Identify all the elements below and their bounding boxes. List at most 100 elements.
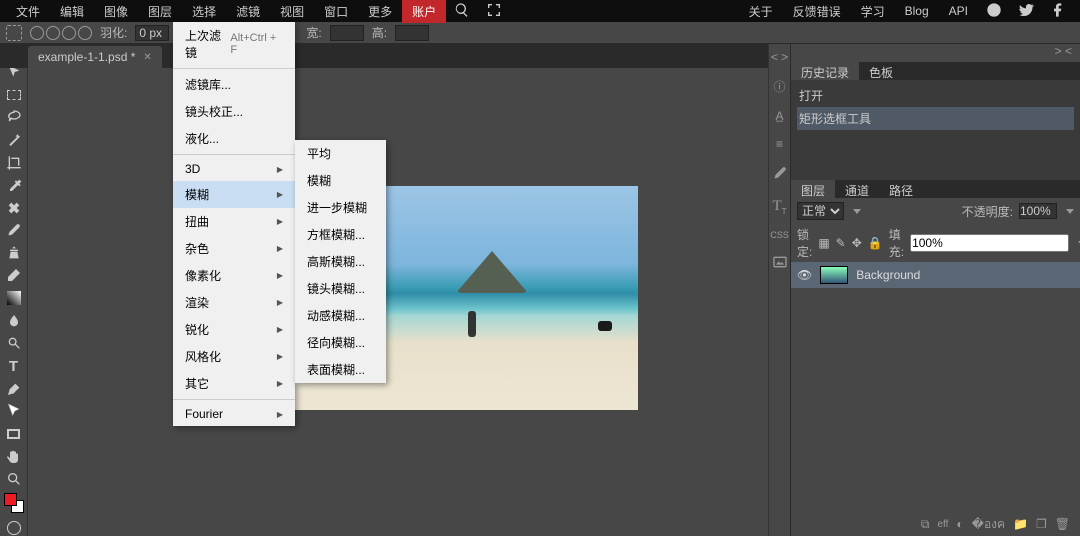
- menu-filter[interactable]: 滤镜: [226, 0, 270, 23]
- feather-input[interactable]: [135, 25, 169, 41]
- menu-layer[interactable]: 图层: [138, 0, 182, 23]
- gallery-panel-icon[interactable]: [772, 254, 788, 273]
- blend-dropdown-icon[interactable]: [853, 209, 861, 214]
- lock-all-icon[interactable]: 🔒: [868, 236, 883, 250]
- zoom-tool-icon[interactable]: [4, 471, 24, 488]
- link-blog[interactable]: Blog: [895, 1, 939, 21]
- dd-blur[interactable]: 模糊: [173, 181, 295, 208]
- tab-channels[interactable]: 通道: [835, 180, 879, 198]
- dd-filter-gallery[interactable]: 滤镜库...: [173, 71, 295, 98]
- width-input[interactable]: [330, 25, 364, 41]
- dd-blur-average[interactable]: 平均: [295, 140, 386, 167]
- link-learn[interactable]: 学习: [851, 0, 895, 23]
- sel-new-icon[interactable]: [30, 26, 44, 40]
- history-item-open[interactable]: 打开: [797, 84, 1074, 107]
- search-icon[interactable]: [446, 0, 478, 24]
- tab-swatches[interactable]: 色板: [859, 62, 903, 80]
- tab-history[interactable]: 历史记录: [791, 62, 859, 80]
- dd-stylize[interactable]: 风格化: [173, 343, 295, 370]
- link-about[interactable]: 关于: [739, 0, 783, 23]
- fullscreen-icon[interactable]: [478, 0, 510, 24]
- menu-account[interactable]: 账户: [402, 0, 446, 23]
- dd-pixelate[interactable]: 像素化: [173, 262, 295, 289]
- link-layers-icon[interactable]: ⧉: [921, 517, 930, 532]
- brush-tool-icon[interactable]: [4, 222, 24, 239]
- tab-layers[interactable]: 图层: [791, 180, 835, 198]
- menu-more[interactable]: 更多: [358, 0, 402, 23]
- blur-tool-icon[interactable]: [4, 312, 24, 329]
- link-feedback[interactable]: 反馈错误: [783, 0, 851, 23]
- opacity-input[interactable]: [1019, 203, 1057, 219]
- menu-select[interactable]: 选择: [182, 0, 226, 23]
- info-panel-icon[interactable]: ⓘ: [773, 78, 785, 95]
- dd-blur-more[interactable]: 进一步模糊: [295, 194, 386, 221]
- mask-icon[interactable]: ◐: [956, 517, 963, 531]
- blend-mode-select[interactable]: 正常: [797, 202, 844, 220]
- hand-tool-icon[interactable]: [4, 448, 24, 465]
- dd-blur-box[interactable]: 方框模糊...: [295, 221, 386, 248]
- height-input[interactable]: [395, 25, 429, 41]
- reddit-icon[interactable]: [978, 0, 1010, 24]
- sel-intersect-icon[interactable]: [78, 26, 92, 40]
- dd-3d[interactable]: 3D: [173, 157, 295, 181]
- type-tool-icon[interactable]: T: [4, 358, 24, 375]
- sel-add-icon[interactable]: [46, 26, 60, 40]
- canvas-area[interactable]: [28, 44, 768, 536]
- eyedropper-tool-icon[interactable]: [4, 177, 24, 194]
- fill-input[interactable]: [910, 234, 1069, 252]
- dd-blur-radial[interactable]: 径向模糊...: [295, 329, 386, 356]
- wand-tool-icon[interactable]: [4, 132, 24, 149]
- folder-icon[interactable]: 📁: [1013, 517, 1028, 531]
- paragraph-panel-icon[interactable]: ≡: [776, 137, 783, 151]
- expand-toggle-top[interactable]: < >: [771, 50, 788, 64]
- lock-transparency-icon[interactable]: ▦: [818, 236, 829, 250]
- menu-edit[interactable]: 编辑: [50, 0, 94, 23]
- dd-distort[interactable]: 扭曲: [173, 208, 295, 235]
- menu-window[interactable]: 窗口: [314, 0, 358, 23]
- new-layer-icon[interactable]: ❐: [1036, 517, 1047, 531]
- dodge-tool-icon[interactable]: [4, 335, 24, 352]
- sel-subtract-icon[interactable]: [62, 26, 76, 40]
- character-panel-icon[interactable]: A̲: [775, 109, 783, 123]
- shape-tool-icon[interactable]: [4, 426, 24, 443]
- color-swatches[interactable]: [4, 493, 24, 513]
- quickmask-icon[interactable]: [4, 519, 24, 536]
- dd-last-filter[interactable]: 上次滤镜Alt+Ctrl + F: [173, 22, 295, 66]
- visibility-eye-icon[interactable]: 👁: [797, 268, 812, 282]
- dd-sharpen[interactable]: 锐化: [173, 316, 295, 343]
- gradient-tool-icon[interactable]: [4, 290, 24, 307]
- menu-file[interactable]: 文件: [6, 0, 50, 23]
- lasso-tool-icon[interactable]: [4, 109, 24, 126]
- tab-paths[interactable]: 路径: [879, 180, 923, 198]
- dd-blur-surface[interactable]: 表面模糊...: [295, 356, 386, 383]
- document-tab[interactable]: example-1-1.psd * ✕: [28, 46, 162, 68]
- dd-liquify[interactable]: 液化...: [173, 125, 295, 152]
- adjustment-icon[interactable]: �องค: [972, 515, 1005, 534]
- text-panel-icon[interactable]: TT: [772, 198, 786, 216]
- dd-noise[interactable]: 杂色: [173, 235, 295, 262]
- brush-panel-icon[interactable]: [772, 165, 788, 184]
- dd-fourier[interactable]: Fourier: [173, 402, 295, 426]
- layer-row-background[interactable]: 👁 Background: [791, 262, 1080, 288]
- delete-layer-icon[interactable]: 🗑: [1055, 517, 1070, 531]
- path-select-tool-icon[interactable]: [4, 403, 24, 420]
- twitter-icon[interactable]: [1010, 0, 1042, 24]
- history-item-marquee[interactable]: 矩形选框工具: [797, 107, 1074, 130]
- facebook-icon[interactable]: [1042, 0, 1074, 24]
- dd-blur-lens[interactable]: 镜头模糊...: [295, 275, 386, 302]
- lock-paint-icon[interactable]: ✎: [836, 236, 846, 250]
- eraser-tool-icon[interactable]: [4, 267, 24, 284]
- heal-tool-icon[interactable]: [4, 199, 24, 216]
- link-api[interactable]: API: [939, 1, 978, 21]
- opacity-dropdown-icon[interactable]: [1066, 209, 1074, 214]
- dd-blur-gaussian[interactable]: 高斯模糊...: [295, 248, 386, 275]
- effects-icon[interactable]: eff: [937, 519, 948, 530]
- menu-view[interactable]: 视图: [270, 0, 314, 23]
- dd-other[interactable]: 其它: [173, 370, 295, 397]
- css-panel-icon[interactable]: CSS: [770, 230, 789, 240]
- dd-blur-motion[interactable]: 动感模糊...: [295, 302, 386, 329]
- dd-blur-blur[interactable]: 模糊: [295, 167, 386, 194]
- lock-move-icon[interactable]: ✥: [852, 236, 862, 250]
- crop-tool-icon[interactable]: [4, 154, 24, 171]
- close-tab-icon[interactable]: ✕: [143, 52, 151, 63]
